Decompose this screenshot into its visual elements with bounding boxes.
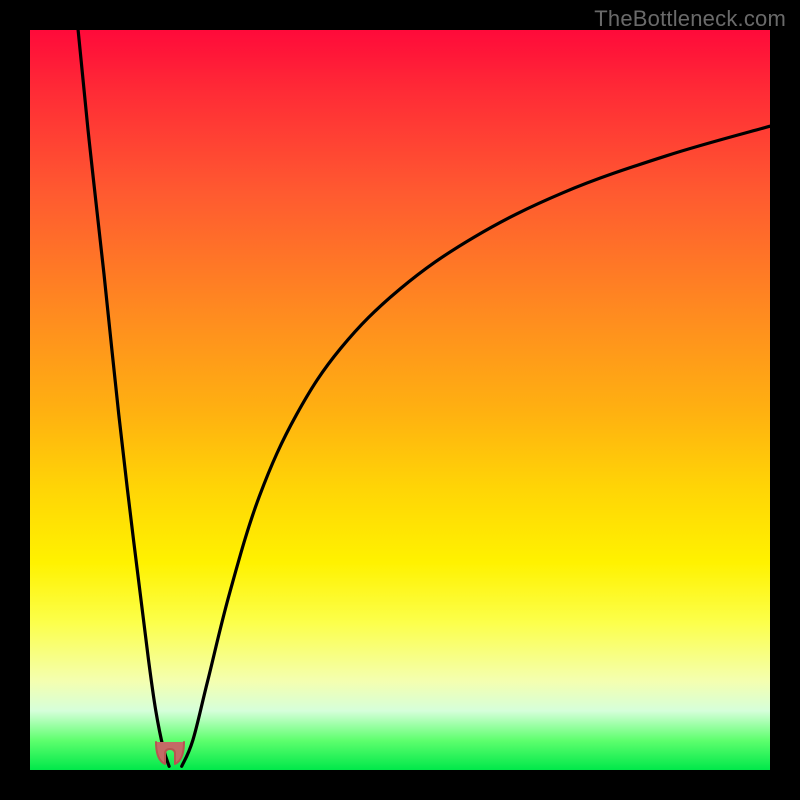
- bottleneck-curve: [30, 30, 770, 770]
- optimal-marker: [152, 740, 188, 768]
- watermark-text: TheBottleneck.com: [594, 6, 786, 32]
- u-notch-icon: [156, 742, 184, 764]
- plot-area: [30, 30, 770, 770]
- curve-left-branch: [78, 30, 169, 766]
- curve-right-branch: [182, 126, 770, 766]
- outer-frame: TheBottleneck.com: [0, 0, 800, 800]
